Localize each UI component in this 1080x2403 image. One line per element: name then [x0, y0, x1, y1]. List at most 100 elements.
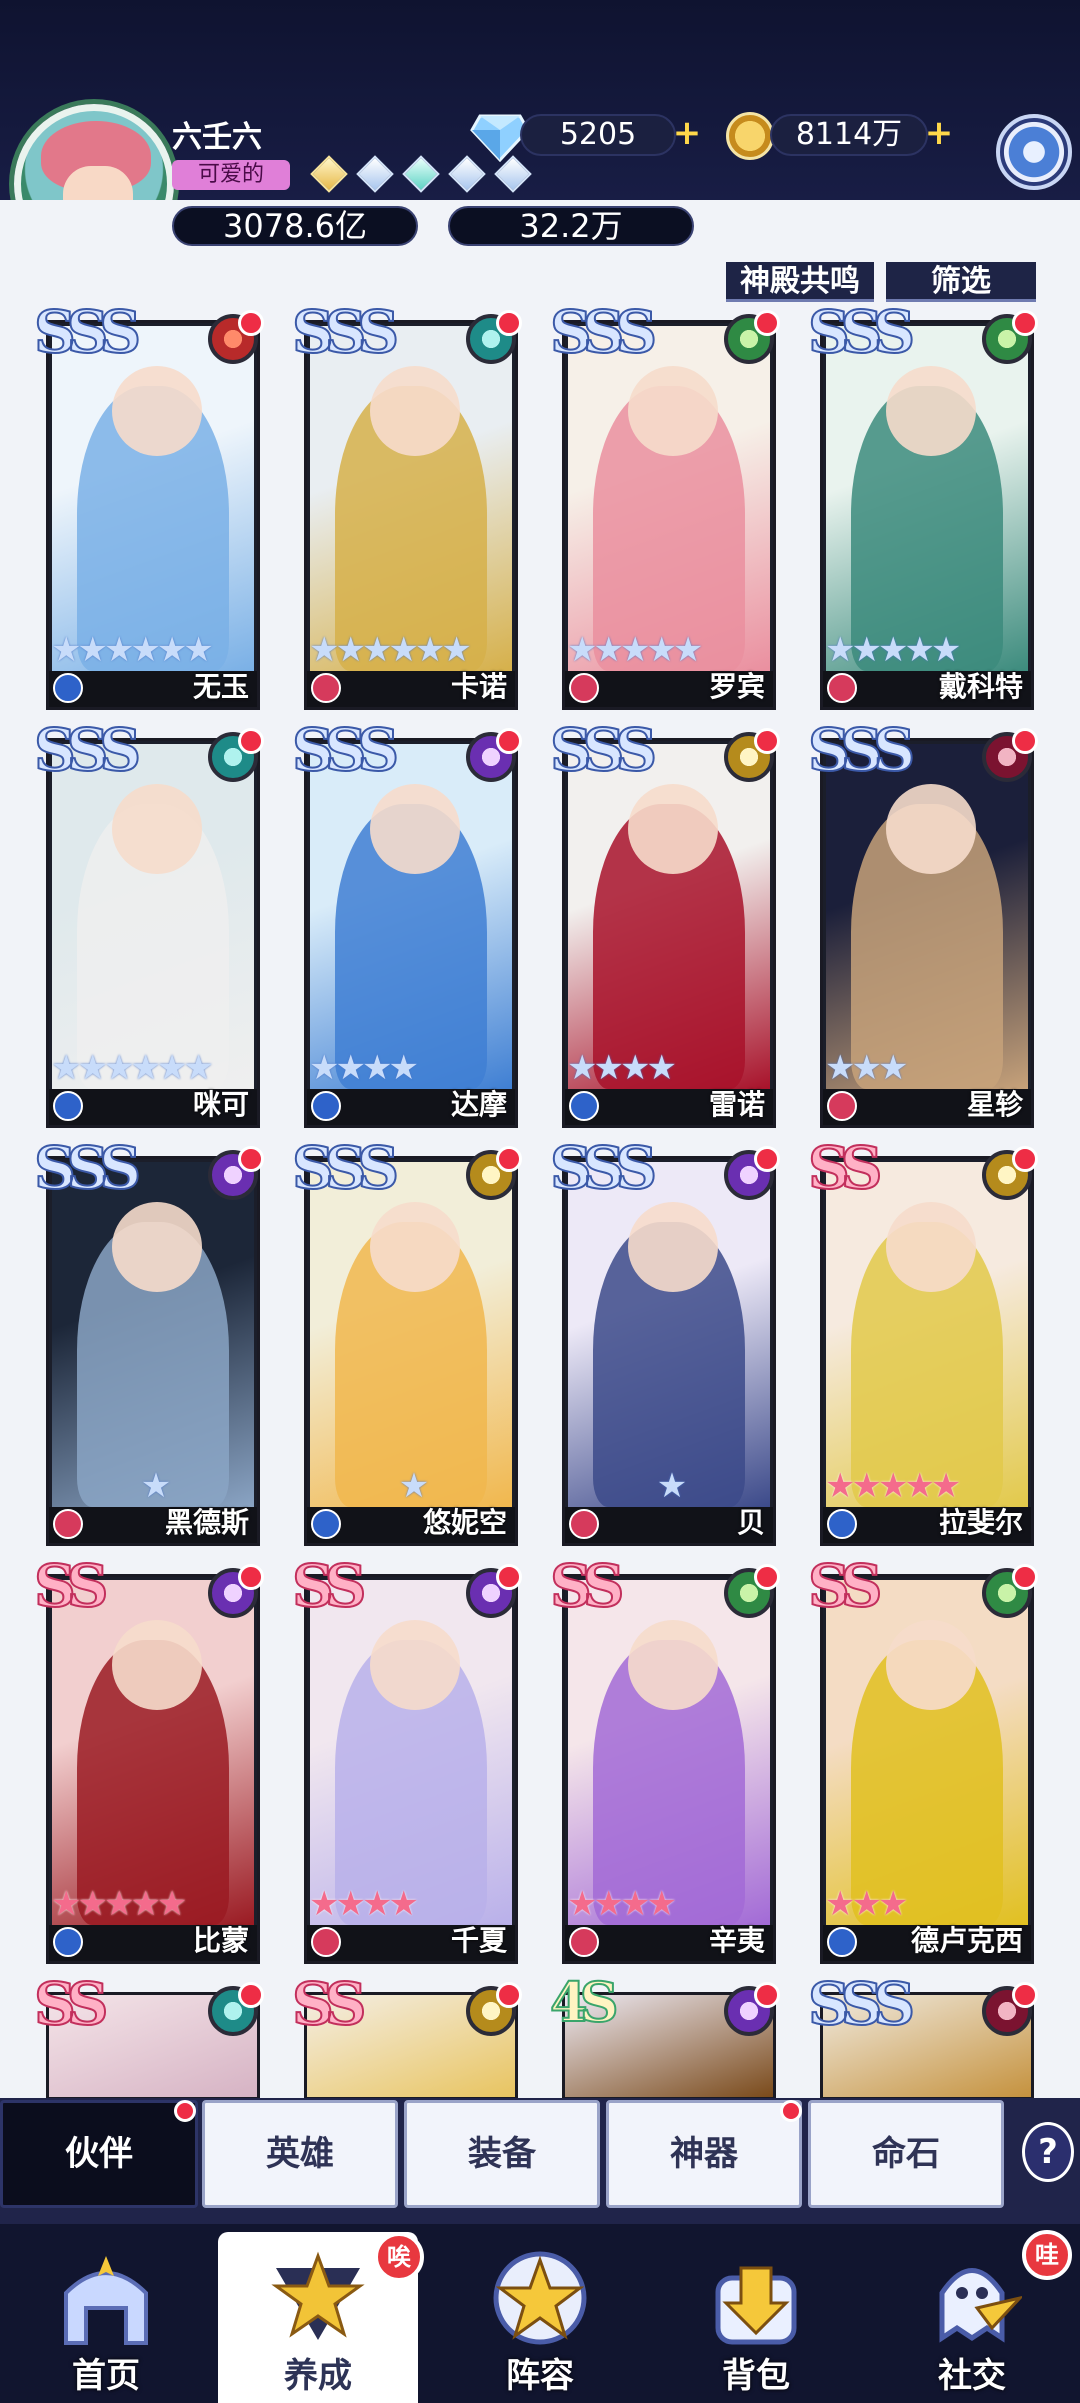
nav-formation-label: 阵容 — [506, 2356, 574, 2396]
notification-dot — [496, 1982, 522, 2008]
growth-star-icon — [271, 2251, 365, 2340]
star-level: ★★★ — [825, 1884, 908, 1924]
nav-growth[interactable]: 养成 唉 — [218, 2232, 424, 2403]
notification-dot — [754, 1564, 780, 1590]
partner-card[interactable]: ★★★★ 千夏 — [304, 1574, 518, 1964]
help-button[interactable]: ? — [1022, 2122, 1074, 2182]
star-level: ★★★★★ — [567, 630, 703, 670]
star-level: ★★★★ — [567, 1884, 677, 1924]
tab-partners-notification-dot — [174, 2100, 196, 2122]
notification-dot — [1012, 728, 1038, 754]
tab-equipment[interactable]: 装备 — [404, 2100, 600, 2208]
star-score-value: 32.2万 — [448, 206, 694, 246]
add-diamond-button[interactable]: + — [672, 116, 702, 150]
class-shield-icon — [569, 1927, 599, 1957]
rarity-badge: 4S — [549, 1969, 620, 2035]
class-shield-icon — [827, 673, 857, 703]
rarity-badge: SSS — [807, 1969, 916, 2039]
partner-card[interactable]: ★ 悠妮空 — [304, 1156, 518, 1546]
player-title-badge[interactable]: 可爱的 — [172, 160, 290, 190]
home-gate-icon — [64, 2256, 148, 2345]
partner-card[interactable]: ★★★★★ 罗宾 — [562, 320, 776, 710]
star-level: ★★★ — [825, 1048, 908, 1088]
rarity-badge: SS — [33, 1551, 109, 1621]
partner-name: 咪可 — [192, 1088, 249, 1121]
tab-heroes[interactable]: 英雄 — [202, 2100, 398, 2208]
partner-card[interactable]: ★★★★ 雷诺 — [562, 738, 776, 1128]
class-shield-icon — [827, 1927, 857, 1957]
portrait-head — [886, 1620, 976, 1710]
partner-portrait — [826, 1162, 1028, 1507]
rarity-badge: SSS — [33, 1133, 142, 1203]
partner-card[interactable]: ★★★ 星轸 — [820, 738, 1034, 1128]
star-level: ★★★★★★ — [51, 630, 214, 670]
notification-dot — [754, 728, 780, 754]
tab-fate-stones[interactable]: 命石 — [808, 2100, 1004, 2208]
rarity-badge: SSS — [33, 715, 142, 785]
rarity-badge: SSS — [549, 1133, 658, 1203]
partner-card[interactable]: ★★★★★ 戴科特 — [820, 320, 1034, 710]
partner-portrait — [568, 1162, 770, 1507]
class-shield-icon — [53, 1091, 83, 1121]
rarity-badge: SSS — [549, 297, 658, 367]
partner-name: 罗宾 — [708, 670, 765, 703]
rarity-badge: SS — [291, 1551, 367, 1621]
filter-button[interactable]: 筛选 — [886, 262, 1036, 302]
nav-home[interactable]: 首页 — [6, 2232, 206, 2403]
add-gold-button[interactable]: + — [924, 116, 954, 150]
partner-card[interactable]: ★★★★★ 拉斐尔 — [820, 1156, 1034, 1546]
star-level: ★★★★ — [309, 1048, 419, 1088]
notification-dot — [754, 1146, 780, 1172]
notification-dot — [1012, 310, 1038, 336]
tab-artifacts-notification-dot — [780, 2100, 802, 2122]
class-shield-icon — [53, 1927, 83, 1957]
notification-dot — [238, 1146, 264, 1172]
notification-dot — [496, 310, 522, 336]
player-name: 六壬六 — [172, 120, 262, 155]
notification-dot — [496, 1146, 522, 1172]
partner-card[interactable]: ★★★ 德卢克西 — [820, 1574, 1034, 1964]
partner-name: 卡诺 — [450, 670, 507, 703]
nav-social-badge: 哇 — [1022, 2230, 1072, 2280]
backpack-icon — [715, 2266, 797, 2345]
settings-gear-icon[interactable] — [996, 114, 1072, 190]
tab-partners[interactable]: 伙伴 — [0, 2100, 198, 2208]
portrait-head — [370, 1202, 460, 1292]
notification-dot — [754, 1982, 780, 2008]
portrait-head — [628, 1620, 718, 1710]
partner-portrait — [52, 1162, 254, 1507]
nav-backpack[interactable]: 背包 — [656, 2232, 856, 2403]
nav-formation[interactable]: 阵容 — [440, 2232, 640, 2403]
nav-social[interactable]: 社交 哇 — [872, 2230, 1072, 2403]
star-level: ★★★★★ — [825, 630, 961, 670]
partner-portrait — [310, 1162, 512, 1507]
partner-card[interactable]: ★ 黑德斯 — [46, 1156, 260, 1546]
rarity-badge: SSS — [291, 1133, 400, 1203]
partner-card[interactable]: ★★★★ 辛夷 — [562, 1574, 776, 1964]
partner-portrait — [310, 326, 512, 671]
class-shield-icon — [827, 1509, 857, 1539]
notification-dot — [496, 728, 522, 754]
partner-name: 比蒙 — [192, 1924, 249, 1957]
partner-name: 辛夷 — [708, 1924, 765, 1957]
notification-dot — [238, 728, 264, 754]
class-shield-icon — [53, 673, 83, 703]
partner-card[interactable]: ★★★★★ 比蒙 — [46, 1574, 260, 1964]
temple-resonance-button[interactable]: 神殿共鸣 — [726, 262, 874, 302]
tab-artifacts[interactable]: 神器 — [606, 2100, 802, 2208]
rarity-badge: SS — [33, 1969, 109, 2039]
rarity-badge: SS — [549, 1551, 625, 1621]
partner-card[interactable]: ★★★★★★ 卡诺 — [304, 320, 518, 710]
partner-name: 千夏 — [450, 1924, 507, 1957]
partner-card[interactable]: ★★★★★★ 无玉 — [46, 320, 260, 710]
star-level: ★★★★ — [309, 1884, 419, 1924]
nav-growth-badge: 唉 — [374, 2232, 424, 2282]
star-level: ★ — [140, 1466, 171, 1506]
portrait-head — [112, 784, 202, 874]
partner-portrait — [52, 326, 254, 671]
partner-card[interactable]: ★★★★★★ 咪可 — [46, 738, 260, 1128]
star-level: ★★★★★ — [825, 1466, 961, 1506]
partner-card[interactable]: ★ 贝 — [562, 1156, 776, 1546]
partner-card[interactable]: ★★★★ 达摩 — [304, 738, 518, 1128]
formation-star-icon — [493, 2251, 587, 2345]
